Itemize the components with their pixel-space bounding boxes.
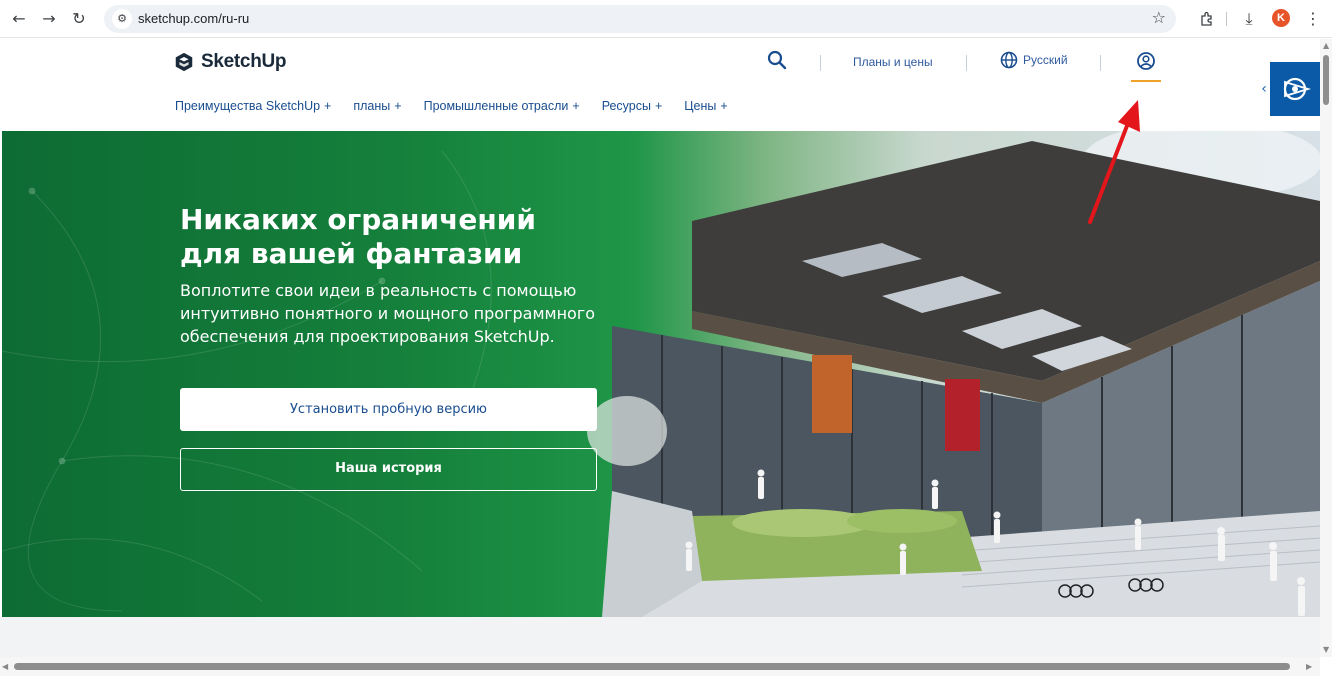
- hero-title-line: Никаких ограничений: [180, 203, 536, 236]
- bookmark-star-icon[interactable]: ☆: [1152, 8, 1166, 27]
- sketchup-logo-icon: [175, 52, 193, 72]
- content-section: [0, 617, 1320, 657]
- nav-item-plans[interactable]: планы +: [353, 99, 401, 113]
- scroll-up-icon[interactable]: ▲: [1323, 41, 1329, 50]
- account-button[interactable]: [1131, 50, 1161, 84]
- hero-subtitle: Воплотите свои идеи в реальность с помощ…: [180, 281, 596, 346]
- url-text[interactable]: sketchup.com/ru-ru: [138, 11, 249, 26]
- header-divider: [966, 55, 967, 71]
- header-divider: [820, 55, 821, 71]
- active-indicator: [1131, 80, 1161, 82]
- download-icon[interactable]: ⤓: [1238, 8, 1260, 30]
- horizontal-scrollbar[interactable]: ◀ ▶: [0, 657, 1320, 676]
- site-info-icon[interactable]: ⚙: [112, 9, 132, 29]
- trimble-logo-icon[interactable]: [1270, 62, 1320, 116]
- main-navigation: Преимущества SketchUp + планы + Промышленн…: [175, 99, 750, 113]
- side-widget[interactable]: ‹: [1258, 62, 1320, 116]
- user-account-icon: [1137, 52, 1155, 70]
- browser-toolbar: ← → ↻ ⚙ sketchup.com/ru-ru ☆ ⤓ K ⋮: [0, 0, 1332, 38]
- menu-kebab-icon[interactable]: ⋮: [1302, 8, 1324, 30]
- install-trial-button[interactable]: Установить пробную версию: [180, 388, 597, 431]
- search-icon[interactable]: [766, 49, 788, 71]
- nav-item-pricing[interactable]: Цены +: [684, 99, 727, 113]
- scroll-left-icon[interactable]: ◀: [2, 662, 8, 671]
- back-icon[interactable]: ←: [8, 8, 30, 30]
- extensions-icon[interactable]: [1196, 8, 1218, 30]
- profile-avatar[interactable]: K: [1272, 9, 1290, 27]
- nav-item-industries[interactable]: Промышленные отрасли +: [424, 99, 580, 113]
- our-story-button[interactable]: Наша история: [180, 448, 597, 491]
- scroll-right-icon[interactable]: ▶: [1306, 662, 1312, 671]
- plans-and-pricing-link[interactable]: Планы и цены: [853, 55, 933, 69]
- horizontal-scroll-thumb[interactable]: [14, 663, 1290, 670]
- language-selector[interactable]: Русский: [1000, 51, 1068, 69]
- logo-text: SketchUp: [201, 51, 287, 72]
- language-label: Русский: [1023, 53, 1068, 67]
- hero-title-line: для вашей фантазии: [180, 237, 523, 270]
- reload-icon[interactable]: ↻: [68, 8, 90, 30]
- plus-icon: +: [324, 99, 332, 113]
- hero-title: Никаких ограничений для вашей фантазии: [180, 203, 620, 271]
- address-bar[interactable]: ⚙ sketchup.com/ru-ru ☆: [104, 5, 1176, 33]
- vertical-scroll-thumb[interactable]: [1323, 55, 1329, 105]
- chevron-left-icon[interactable]: ‹: [1258, 62, 1270, 116]
- forward-icon[interactable]: →: [38, 8, 60, 30]
- nav-item-resources[interactable]: Ресурсы +: [602, 99, 663, 113]
- scroll-down-icon[interactable]: ▼: [1323, 645, 1329, 654]
- annotation-arrow: [1088, 100, 1140, 224]
- toolbar-divider: [1226, 12, 1227, 26]
- sketchup-logo[interactable]: SketchUp: [173, 49, 287, 75]
- vertical-scrollbar[interactable]: ▲ ▼: [1320, 39, 1332, 657]
- plus-icon: +: [654, 99, 663, 113]
- plus-icon: +: [720, 99, 728, 113]
- plus-icon: +: [394, 99, 402, 113]
- globe-icon: [1000, 51, 1018, 69]
- plus-icon: +: [572, 99, 580, 113]
- header-divider: [1100, 55, 1101, 71]
- nav-item-benefits[interactable]: Преимущества SketchUp +: [175, 99, 331, 113]
